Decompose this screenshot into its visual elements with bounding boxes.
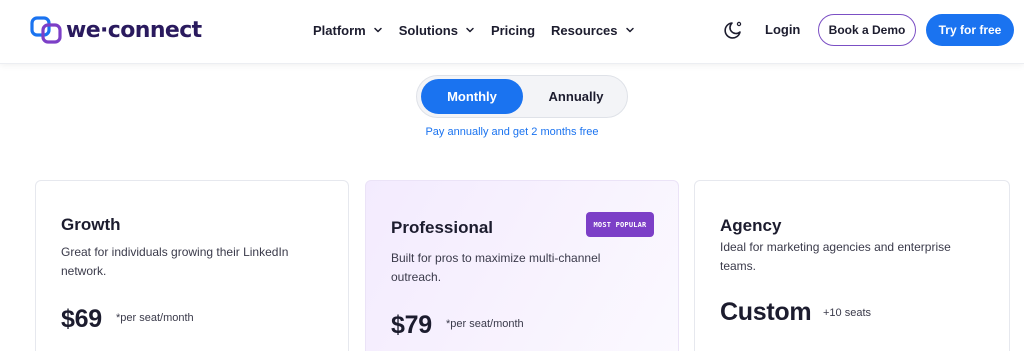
chevron-down-icon [625, 27, 634, 33]
annual-promo-text: Pay annually and get 2 months free [425, 126, 599, 138]
logo[interactable]: we·connect [30, 14, 202, 46]
plan-card-agency: Agency Ideal for marketing agencies and … [694, 180, 1010, 351]
nav-label: Platform [313, 22, 366, 38]
plan-name: Growth [61, 215, 121, 234]
plan-price: Custom [720, 298, 812, 326]
nav-item-pricing[interactable]: Pricing [491, 21, 535, 39]
nav-item-solutions[interactable]: Solutions [399, 21, 475, 39]
plan-card-growth: Growth Great for individuals growing the… [35, 180, 349, 351]
plan-description: Ideal for marketing agencies and enterpr… [720, 240, 951, 273]
plan-name: Professional [391, 218, 494, 237]
plan-name: Agency [720, 216, 782, 235]
nav-item-platform[interactable]: Platform [313, 21, 383, 39]
nav-item-resources[interactable]: Resources [551, 21, 634, 39]
main-nav: Platform Solutions Pricing Resources [313, 21, 651, 39]
moon-icon[interactable] [722, 19, 744, 41]
chevron-down-icon [373, 27, 382, 33]
book-demo-button[interactable]: Book a Demo [818, 14, 916, 46]
plan-price-note: *per seat/month [446, 318, 524, 330]
login-link[interactable]: Login [765, 22, 800, 37]
chevron-down-icon [466, 27, 474, 33]
plan-description: Great for individuals growing their Link… [61, 245, 289, 278]
nav-label: Pricing [490, 22, 536, 38]
billing-annually-option[interactable]: Annually [527, 79, 625, 114]
plan-price: $69 [61, 305, 102, 333]
plan-price-note: +10 seats [823, 307, 872, 319]
nav-label: Solutions [398, 22, 458, 38]
logo-text: we·connect [66, 17, 202, 43]
try-free-button[interactable]: Try for free [926, 14, 1014, 46]
most-popular-badge: MOST POPULAR [586, 212, 654, 237]
plan-price-note: *per seat/month [116, 312, 194, 324]
plan-price: $79 [391, 311, 432, 339]
logo-icon [30, 16, 62, 44]
site-header: we·connect Platform Solutions Pricing Re… [0, 0, 1024, 64]
nav-label: Resources [551, 22, 618, 38]
plan-card-professional: Professional MOST POPULAR Built for pros… [365, 180, 679, 351]
plan-description: Built for pros to maximize multi-channel… [391, 251, 601, 284]
billing-monthly-option[interactable]: Monthly [421, 79, 523, 114]
billing-toggle: Monthly Annually [416, 75, 628, 118]
